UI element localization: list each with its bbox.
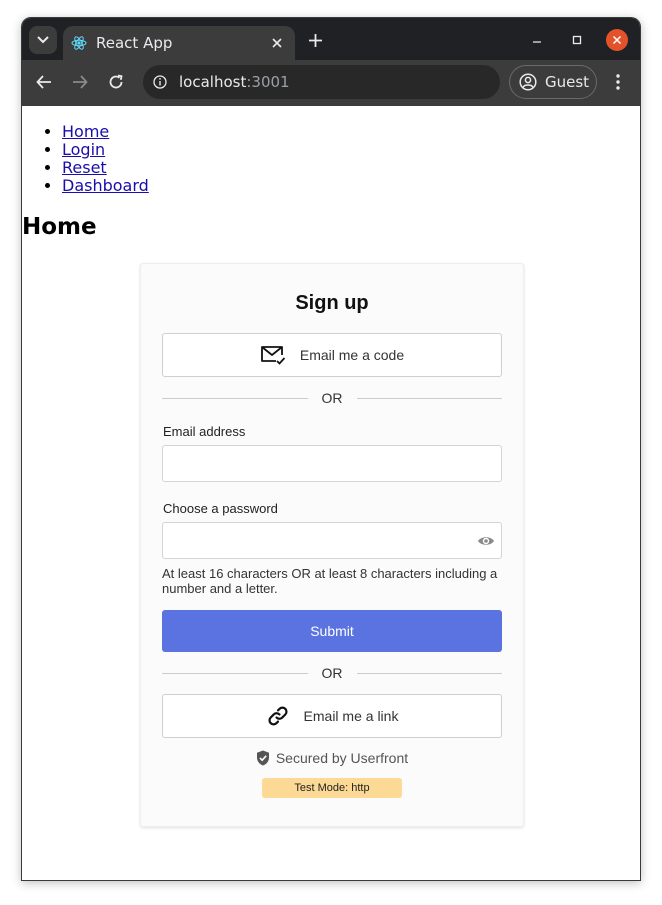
submit-button[interactable]: Submit: [162, 610, 502, 652]
email-code-label: Email me a code: [299, 347, 405, 363]
back-button[interactable]: [33, 71, 55, 93]
maximize-button[interactable]: [566, 29, 588, 51]
shield-check-icon: [256, 750, 270, 766]
divider-line: [356, 397, 502, 399]
eye-icon[interactable]: [477, 533, 495, 549]
or-label: OR: [321, 390, 343, 406]
password-hint: At least 16 characters OR at least 8 cha…: [162, 566, 498, 596]
new-tab-button[interactable]: [303, 28, 327, 52]
close-icon: [612, 35, 622, 45]
url-port: :3001: [246, 73, 290, 91]
or-divider: OR: [162, 665, 502, 681]
account-icon: [519, 73, 537, 91]
close-icon: [272, 38, 282, 48]
nav-link-dashboard[interactable]: Dashboard: [62, 176, 149, 195]
email-link-button[interactable]: Email me a link: [162, 694, 502, 738]
tab-search-button[interactable]: [29, 26, 57, 54]
nav-item: Dashboard: [62, 177, 149, 195]
signup-card: Sign up Email me a code OR Email address…: [140, 263, 524, 827]
address-bar[interactable]: localhost:3001: [143, 65, 500, 99]
or-divider: OR: [162, 390, 502, 406]
mail-check-icon: [260, 344, 286, 366]
page-title: Home: [22, 214, 97, 240]
nav-link-home[interactable]: Home: [62, 122, 109, 141]
secured-label: Secured by Userfront: [275, 750, 409, 766]
arrow-left-icon: [36, 75, 51, 89]
window-close-button[interactable]: [606, 29, 628, 51]
minimize-icon: [533, 41, 541, 43]
divider-line: [162, 397, 308, 399]
arrow-right-icon: [73, 75, 88, 89]
nav-link-login[interactable]: Login: [62, 140, 105, 159]
tab-strip: React App: [22, 18, 640, 60]
test-mode-badge: Test Mode: http: [262, 778, 402, 798]
browser-window: React App localhost:3001 Guest • Home •…: [21, 17, 641, 881]
browser-toolbar: localhost:3001 Guest: [22, 60, 640, 106]
nav-item: Login: [62, 141, 149, 159]
nav-item: Home: [62, 123, 149, 141]
tab-title: React App: [96, 34, 173, 52]
email-label: Email address: [163, 424, 246, 439]
browser-menu-button[interactable]: [607, 71, 629, 93]
url-host: localhost: [179, 73, 247, 91]
nav-item: Reset: [62, 159, 149, 177]
reload-icon: [109, 74, 123, 89]
react-icon: [71, 36, 87, 50]
nav-link-reset[interactable]: Reset: [62, 158, 107, 177]
profile-button[interactable]: Guest: [509, 65, 597, 99]
signup-title: Sign up: [295, 292, 369, 314]
email-field[interactable]: [162, 445, 502, 482]
password-field[interactable]: [162, 522, 502, 559]
plus-icon: [308, 33, 322, 47]
minimize-button[interactable]: [526, 29, 548, 51]
page-content: Home Login Reset Dashboard Home Sign up …: [22, 106, 640, 880]
divider-line: [162, 672, 308, 674]
email-link-label: Email me a link: [303, 708, 399, 724]
nav-list: Home Login Reset Dashboard: [22, 123, 149, 195]
tab-react-app[interactable]: React App: [63, 26, 295, 60]
link-icon: [266, 704, 290, 728]
tab-close-button[interactable]: [267, 33, 287, 53]
email-code-button[interactable]: Email me a code: [162, 333, 502, 377]
more-vertical-icon: [616, 74, 620, 90]
forward-button[interactable]: [69, 71, 91, 93]
info-icon[interactable]: [153, 75, 167, 89]
maximize-icon: [572, 35, 582, 45]
profile-name: Guest: [545, 73, 590, 91]
or-label: OR: [321, 665, 343, 681]
password-label: Choose a password: [163, 501, 278, 516]
divider-line: [356, 672, 502, 674]
chevron-down-icon: [37, 36, 49, 44]
secured-by: Secured by Userfront: [141, 750, 523, 766]
reload-button[interactable]: [105, 71, 127, 93]
